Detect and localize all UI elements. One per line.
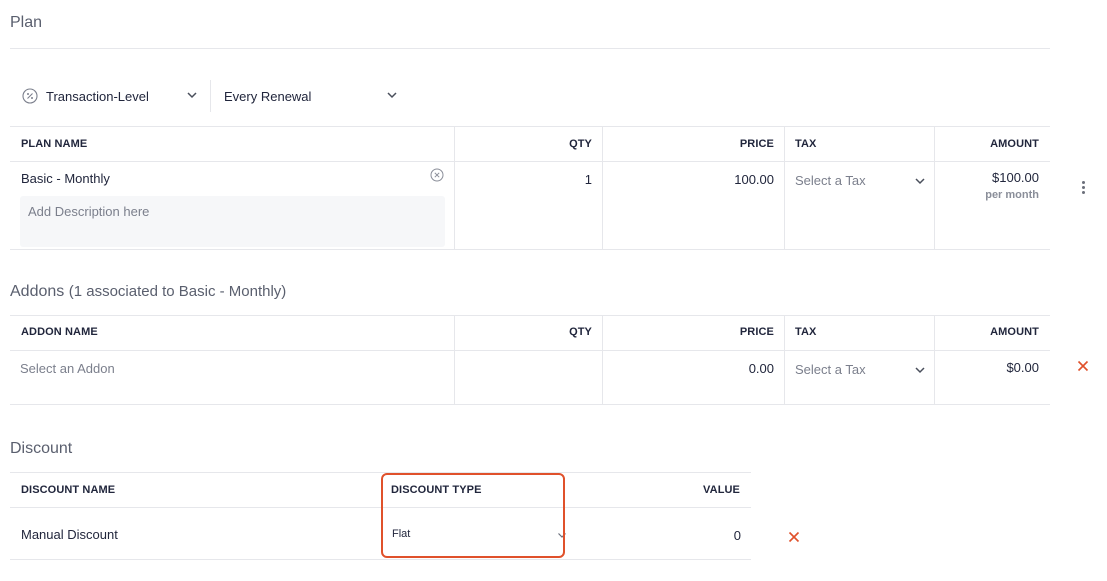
percent-badge-icon bbox=[22, 88, 38, 104]
addons-section-title: Addons (1 associated to Basic - Monthly) bbox=[10, 283, 286, 301]
col-header-amount: AMOUNT bbox=[934, 316, 1050, 350]
col-header-qty: QTY bbox=[454, 127, 602, 161]
discount-level-value: Transaction-Level bbox=[46, 88, 149, 104]
table-row: Select an Addon 0.00 Select a Tax $0.00 bbox=[10, 351, 1050, 405]
table-row: Basic - Monthly Add Description here 1 1… bbox=[10, 162, 1050, 250]
renewal-value: Every Renewal bbox=[224, 88, 312, 104]
col-header-amount: AMOUNT bbox=[934, 127, 1050, 161]
plan-tax-dropdown[interactable]: Select a Tax bbox=[784, 162, 934, 249]
remove-discount-icon[interactable] bbox=[788, 530, 800, 548]
plan-amount-period: per month bbox=[985, 189, 1039, 201]
discount-type-highlight bbox=[381, 473, 565, 558]
addon-amount: $0.00 bbox=[934, 351, 1050, 404]
addons-subtitle: (1 associated to Basic - Monthly) bbox=[68, 283, 287, 300]
renewal-dropdown[interactable]: Every Renewal bbox=[224, 80, 398, 112]
plan-tax-placeholder: Select a Tax bbox=[795, 173, 866, 188]
col-header-tax: TAX bbox=[784, 127, 934, 161]
remove-addon-icon[interactable] bbox=[1077, 359, 1089, 377]
plan-description-input[interactable]: Add Description here bbox=[20, 196, 445, 247]
addons-title: Addons bbox=[10, 283, 65, 300]
col-header-discount-name: DISCOUNT NAME bbox=[21, 484, 116, 496]
plan-qty-input[interactable]: 1 bbox=[454, 162, 602, 249]
discount-section-title: Discount bbox=[10, 440, 73, 457]
chevron-down-icon bbox=[914, 364, 926, 379]
divider bbox=[10, 48, 1050, 49]
chevron-down-icon bbox=[914, 175, 926, 190]
table-header-row: PLAN NAME QTY PRICE TAX AMOUNT bbox=[10, 127, 1050, 162]
addon-select[interactable]: Select an Addon bbox=[20, 351, 450, 404]
plan-amount: $100.00 bbox=[992, 170, 1039, 185]
divider bbox=[210, 80, 211, 112]
chevron-down-icon bbox=[186, 89, 198, 104]
discount-name[interactable]: Manual Discount bbox=[21, 508, 371, 559]
more-options-icon[interactable] bbox=[1082, 181, 1086, 196]
table-header-row: ADDON NAME QTY PRICE TAX AMOUNT bbox=[10, 316, 1050, 351]
col-header-tax: TAX bbox=[784, 316, 934, 350]
plan-section-title: Plan bbox=[10, 14, 43, 31]
col-header-qty: QTY bbox=[454, 316, 602, 350]
plan-table: PLAN NAME QTY PRICE TAX AMOUNT Basic - M… bbox=[10, 126, 1050, 250]
col-header-value: VALUE bbox=[703, 484, 740, 496]
plan-amount-cell: $100.00 per month bbox=[934, 162, 1050, 249]
clear-icon[interactable] bbox=[430, 168, 444, 187]
chevron-down-icon bbox=[386, 89, 398, 104]
plan-price-input[interactable]: 100.00 bbox=[602, 162, 784, 249]
addon-tax-placeholder: Select a Tax bbox=[795, 362, 866, 377]
col-header-price: PRICE bbox=[602, 316, 784, 350]
col-header-addon-name: ADDON NAME bbox=[21, 326, 98, 338]
addons-table: ADDON NAME QTY PRICE TAX AMOUNT Select a… bbox=[10, 315, 1050, 405]
plan-name[interactable]: Basic - Monthly bbox=[21, 171, 110, 186]
col-header-plan-name: PLAN NAME bbox=[21, 138, 88, 150]
discount-value-input[interactable]: 0 bbox=[571, 508, 741, 559]
discount-level-dropdown[interactable]: Transaction-Level bbox=[22, 80, 198, 112]
plan-name-cell: Basic - Monthly Add Description here bbox=[10, 162, 454, 249]
col-header-price: PRICE bbox=[602, 127, 784, 161]
addon-tax-dropdown[interactable]: Select a Tax bbox=[784, 351, 934, 404]
addon-qty-input[interactable] bbox=[454, 351, 602, 404]
addon-price-input[interactable]: 0.00 bbox=[602, 351, 784, 404]
